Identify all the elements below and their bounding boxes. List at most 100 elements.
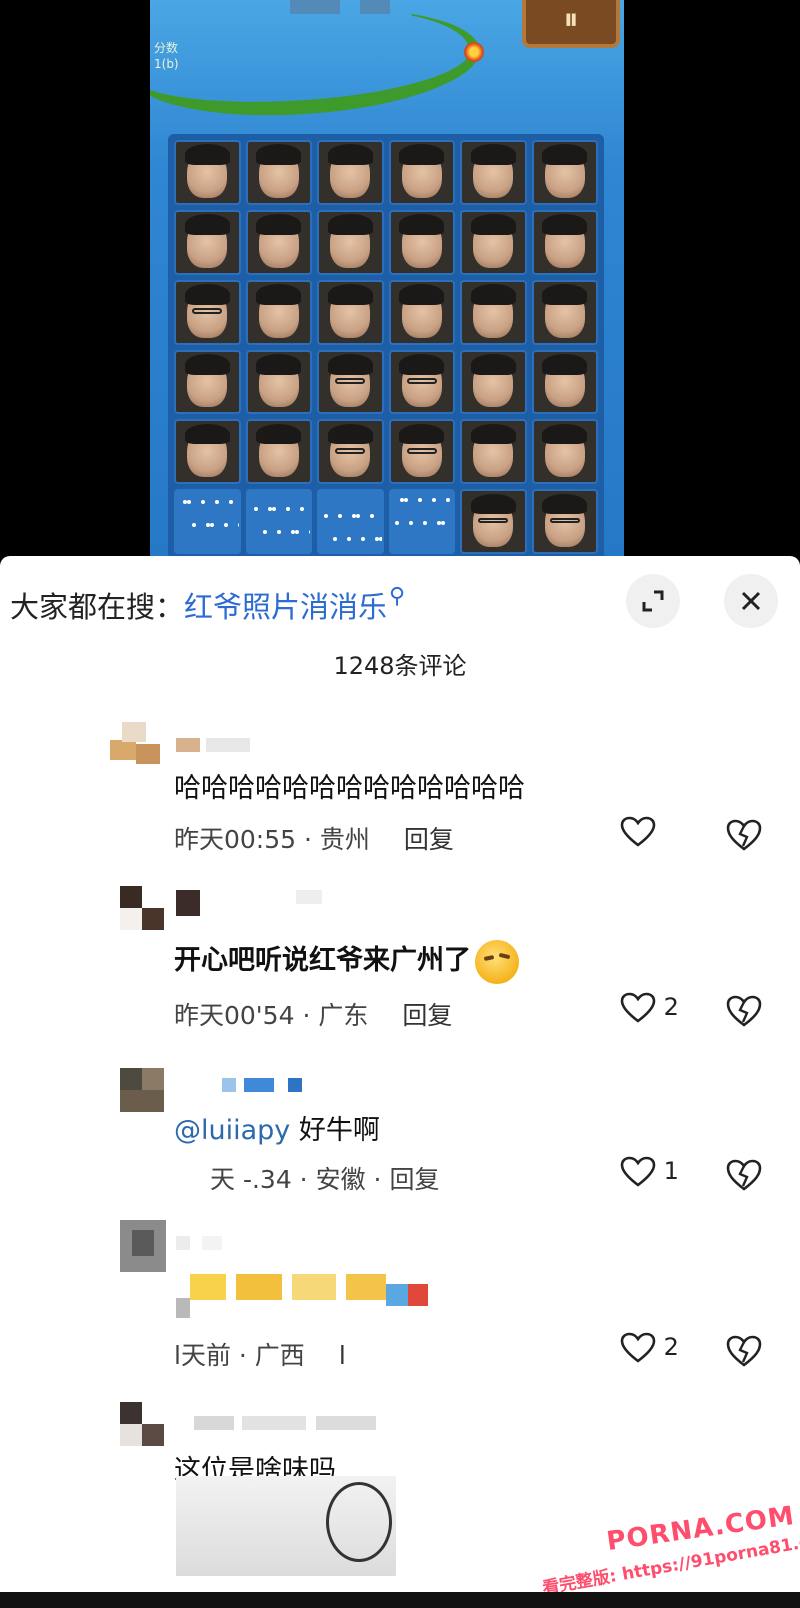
video-player[interactable]: 分数 1(b) ⏸ [0,0,800,566]
face-tile[interactable] [388,349,455,415]
face-tile[interactable] [317,140,384,205]
sparkle-dot [267,507,272,512]
reply-button[interactable]: l [339,1341,346,1370]
dislike-heart-icon[interactable] [726,1334,762,1368]
face-tile[interactable] [388,419,455,485]
face-tile[interactable] [531,209,598,275]
face-tile[interactable] [388,279,455,345]
search-term[interactable]: 红爷照片消消乐 [184,590,387,624]
hair [542,144,588,166]
face-tile[interactable] [317,279,384,345]
hair [184,284,230,305]
hair [256,353,302,375]
hair [542,214,588,235]
reply-button[interactable]: 回复 [404,825,454,854]
sparkle-dot [394,521,399,526]
face-tile[interactable] [388,209,455,275]
cleared-tile[interactable] [174,489,241,554]
like-button[interactable]: 1 [620,1156,679,1188]
mention-link[interactable]: @luiiapy [174,1115,290,1146]
face-tile[interactable] [317,209,384,275]
hair [256,144,302,166]
face-tile[interactable] [245,279,312,345]
face-tile[interactable] [460,419,527,485]
face-tile[interactable] [531,489,598,554]
face-tile[interactable] [460,209,527,275]
face-tile[interactable] [174,279,241,345]
comment-meta: l天前 · 广西 l [174,1341,346,1370]
sparkle-dot [417,498,422,503]
sparkle-dot [422,521,427,526]
hair [542,493,588,515]
avatar[interactable] [120,1220,166,1272]
hair [470,353,516,375]
face-tile[interactable] [531,349,598,415]
hair [184,214,230,235]
face-tile[interactable] [460,279,527,345]
sparkle-dot [403,498,408,503]
cleared-tile[interactable] [317,489,384,554]
face-tile[interactable] [317,349,384,415]
reply-button[interactable]: 回复 [389,1165,439,1194]
face-tile[interactable] [174,209,241,275]
dislike-heart-icon[interactable] [726,994,762,1028]
like-button[interactable]: 2 [620,1332,679,1364]
avatar[interactable] [110,722,162,768]
reply-button[interactable]: 回复 [402,1001,452,1030]
sparkle-dot [356,514,360,519]
avatar[interactable] [120,1068,164,1112]
trending-search[interactable]: 大家都在搜：红爷照片消消乐⚲ [10,584,405,626]
face-tile[interactable] [174,419,241,485]
hair [327,144,373,166]
like-button[interactable] [620,816,656,848]
expand-icon [642,590,664,612]
face-tile[interactable] [460,489,527,554]
sparkle-dot [183,500,187,505]
comment-time: 昨天00'54 [174,1001,295,1030]
hair [542,423,588,445]
hair [399,144,445,166]
face-tile[interactable] [245,140,312,205]
face-tile[interactable] [317,419,384,485]
face-tile[interactable] [460,140,527,205]
face-tile[interactable] [531,140,598,205]
comment-image[interactable] [176,1476,396,1576]
hair [256,284,302,305]
face-tile[interactable] [245,209,312,275]
face-tile[interactable] [245,419,312,485]
cleared-tile[interactable] [245,489,312,554]
hair [256,423,302,445]
face-tile[interactable] [174,140,241,205]
sparkle-dot [370,514,374,519]
face-tile[interactable] [388,140,455,205]
like-button[interactable]: 2 [620,992,679,1024]
sparkle-dot [347,537,351,542]
comment-text: 开心吧听说红爷来广州了 [174,938,519,984]
sparkle-dot [206,523,210,528]
sparkle-dot [333,537,337,542]
face-tile[interactable] [245,349,312,415]
dislike-heart-icon[interactable] [726,1158,762,1192]
face-tile[interactable] [460,349,527,415]
hair [184,423,230,445]
face-tile[interactable] [531,419,598,485]
sparkle-dot [440,521,445,526]
face-tile[interactable] [531,279,598,345]
comment-panel: 大家都在搜：红爷照片消消乐⚲ 1248条评论 哈哈哈哈哈哈哈哈哈哈哈哈哈 昨天0… [0,556,800,1608]
face-tile[interactable] [174,349,241,415]
avatar[interactable] [120,886,164,930]
close-button[interactable] [724,574,778,628]
search-icon: ⚲ [389,584,406,609]
sparkle-dot [361,537,365,542]
pause-button[interactable]: ⏸ [522,0,620,48]
hair [399,214,445,235]
comment-text-body: 开心吧听说红爷来广州了 [174,945,471,976]
expand-button[interactable] [626,574,680,628]
dislike-heart-icon[interactable] [726,818,762,852]
sparkle-dot [431,498,436,503]
avatar[interactable] [120,1402,164,1446]
hair [470,423,516,445]
comment-location: 广东 [318,1001,369,1030]
hair [470,493,516,515]
cleared-tile[interactable] [388,489,455,554]
